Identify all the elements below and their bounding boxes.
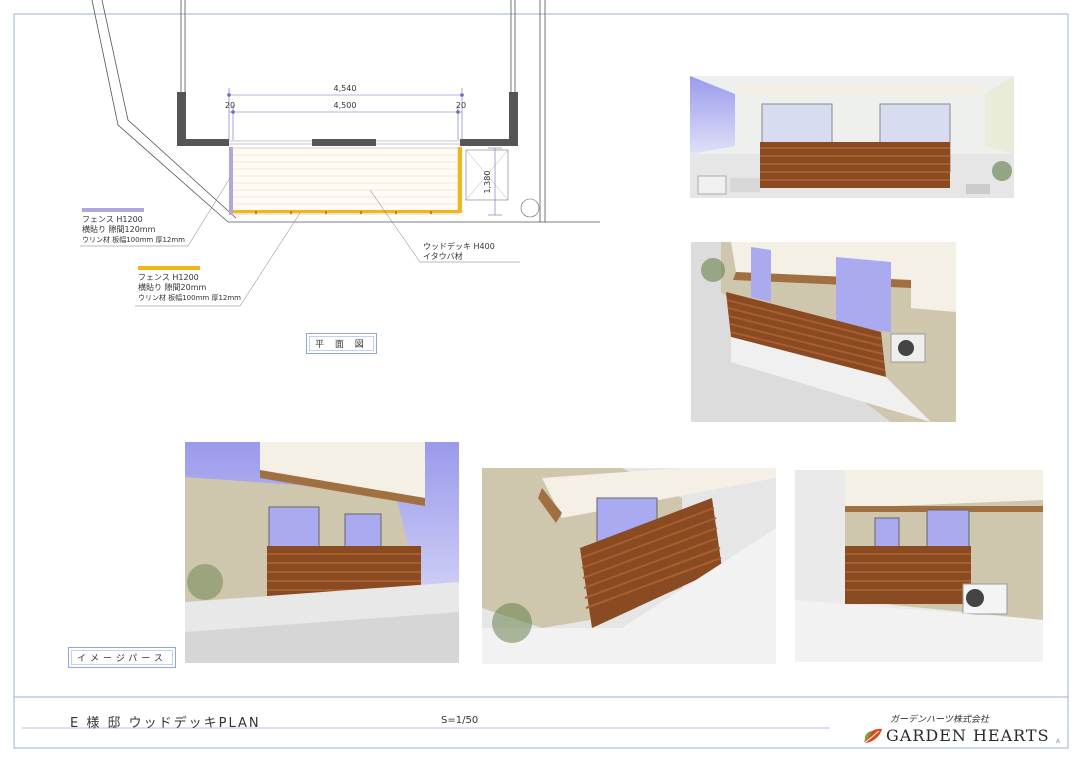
house-wall-left — [177, 92, 186, 145]
legend-fence-yellow: フェンス H1200 横貼り 隙間20mm ウリン材 板幅100mm 厚12mm — [138, 266, 241, 303]
legend-fence-purple: フェンス H1200 横貼り 隙間120mm ウリン材 板幅100mm 厚12m… — [82, 208, 185, 245]
fence-purple-plan — [229, 147, 233, 215]
dim-total: 4,540 — [334, 84, 357, 93]
drawing-scale: S=1/50 — [441, 715, 479, 726]
legend-text: ウリン材 板幅100mm 厚12mm — [138, 294, 241, 302]
dim-left: 20 — [225, 101, 235, 110]
render-corner-view-right — [795, 470, 1043, 662]
render-corner-view-left — [185, 442, 459, 663]
render-aerial-view — [691, 242, 956, 422]
house-wall-right — [509, 92, 518, 145]
legend-text: 横貼り 隙間120mm — [82, 225, 156, 234]
deck-label-line2: イタウバ材 — [423, 251, 463, 261]
sheet-mark: A — [1056, 738, 1061, 745]
dim-depth: 1,380 — [483, 171, 492, 194]
deck-label-line1: ウッドデッキ H400 — [423, 241, 495, 251]
render-front-view — [690, 76, 1014, 198]
wood-deck-plan — [231, 147, 459, 215]
house-wall-front-a — [177, 139, 229, 146]
legend-swatch-yellow — [138, 266, 200, 270]
legend-text: フェンス H1200 — [82, 215, 143, 224]
house-wall-front-b — [312, 139, 376, 146]
legend-text: フェンス H1200 — [138, 273, 199, 282]
plan-view-label: 平 面 図 — [306, 333, 377, 354]
legend-text: 横貼り 隙間20mm — [138, 283, 207, 292]
dim-right: 20 — [456, 101, 466, 110]
leaf-logo-icon — [863, 728, 882, 744]
company-name-jp: ガーデンハーツ株式会社 — [890, 715, 989, 725]
site-boundary-line-inner — [101, 0, 237, 219]
legend-swatch-purple — [82, 208, 144, 212]
drain-cover-plan — [520, 198, 540, 218]
dim-inner: 4,500 — [334, 101, 357, 110]
site-boundary-line — [91, 0, 229, 223]
drawing-sheet: 4,540 4,500 20 20 1,380 ウッドデッキ H400 イタウバ… — [0, 0, 1080, 764]
company-name-en: GARDEN HEARTS — [886, 726, 1050, 745]
legend-text: ウリン材 板幅100mm 厚12mm — [82, 236, 185, 244]
image-section-label: イメージパース — [68, 647, 176, 668]
render-corner-view-center — [482, 468, 776, 664]
drawing-title: E 様 邸 ウッドデッキPLAN — [70, 716, 261, 731]
house-wall-front-c — [460, 139, 518, 146]
